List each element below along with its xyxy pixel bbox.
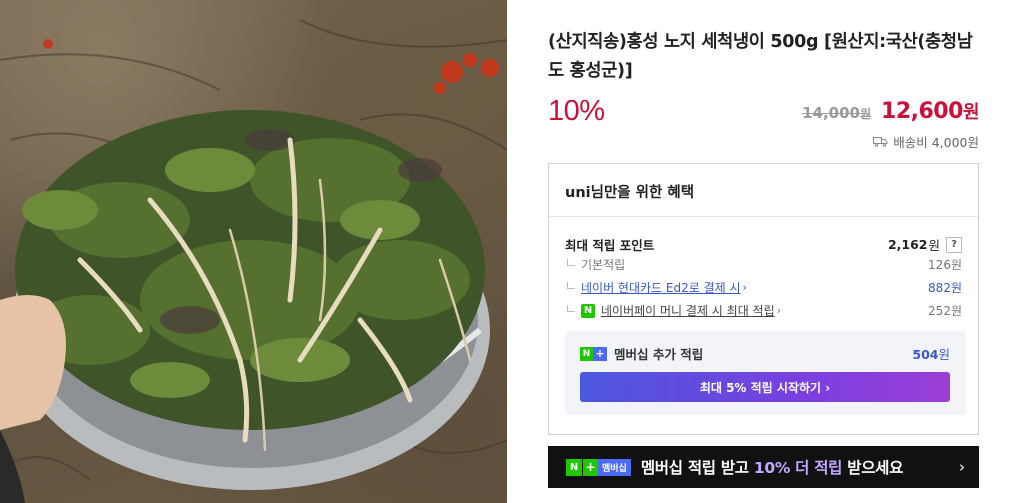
naver-plus-icon: N + xyxy=(580,346,607,361)
max-points-value: 2,162 원 ? xyxy=(888,235,962,254)
product-title: (산지직송)홍성 노지 세척냉이 500g [원산지:국산(충청남도 홍성군)] xyxy=(548,32,973,81)
naver-pay-icon: N xyxy=(581,303,595,318)
membership-row: N + 멤버십 추가 적립 504원 xyxy=(580,344,950,363)
discount-rate: 10% xyxy=(548,95,605,127)
chevron-right-icon: › xyxy=(776,304,782,317)
tree-elbow-icon xyxy=(567,305,575,312)
basic-points-row: 기본적립 126원 xyxy=(565,256,962,273)
npay-points-row: N 네이버페이 머니 결제 시 최대 적립 › 252원 xyxy=(565,302,962,319)
membership-panel: N + 멤버십 추가 적립 504원 최대 5% 적립 시작하기 › xyxy=(565,331,966,415)
banner-highlight: 10% 더 적립 xyxy=(753,459,843,477)
card-points-value: 882원 xyxy=(928,281,962,295)
basic-points-label: 기본적립 xyxy=(581,258,626,272)
membership-label: 멤버십 추가 적립 xyxy=(614,347,704,362)
tree-elbow-icon xyxy=(567,259,575,266)
membership-start-button[interactable]: 최대 5% 적립 시작하기 › xyxy=(580,372,950,402)
shipping-fee: 배송비 4,000원 xyxy=(873,132,979,151)
chevron-right-icon: › xyxy=(742,281,747,294)
shipping-text: 배송비 4,000원 xyxy=(893,135,979,150)
product-photo xyxy=(0,0,507,503)
price-row: 14,000원 12,600원 xyxy=(802,98,979,124)
help-icon[interactable]: ? xyxy=(946,236,962,253)
membership-value: 504원 xyxy=(912,347,950,362)
chevron-right-icon: › xyxy=(959,458,965,476)
basic-points-value: 126원 xyxy=(928,258,962,272)
sale-price: 12,600원 xyxy=(881,99,979,124)
npay-points-link[interactable]: 네이버페이 머니 결제 시 최대 적립 xyxy=(601,302,775,319)
max-points-row: 최대 적립 포인트 2,162 원 ? xyxy=(565,235,962,254)
product-photo-illustration xyxy=(0,19,507,503)
benefit-box: uni님만을 위한 혜택 최대 적립 포인트 2,162 원 ? 기본적립 126… xyxy=(548,163,979,435)
npay-points-value: 252원 xyxy=(928,304,962,318)
naver-plus-membership-icon: N + 멤버십 xyxy=(566,458,631,476)
banner-message: 멤버십 적립 받고 10% 더 적립 받으세요 xyxy=(640,459,904,477)
card-points-row: 네이버 현대카드 Ed2로 결제 시 › 882원 xyxy=(565,279,962,296)
card-points-link[interactable]: 네이버 현대카드 Ed2로 결제 시 xyxy=(581,279,741,296)
tree-elbow-icon xyxy=(567,282,575,289)
original-price: 14,000원 xyxy=(802,104,872,122)
benefit-header: uni님만을 위한 혜택 xyxy=(549,164,978,217)
max-points-label: 최대 적립 포인트 xyxy=(565,238,655,253)
truck-icon xyxy=(873,137,888,147)
membership-banner[interactable]: N + 멤버십 멤버십 적립 받고 10% 더 적립 받으세요 › xyxy=(548,446,979,488)
